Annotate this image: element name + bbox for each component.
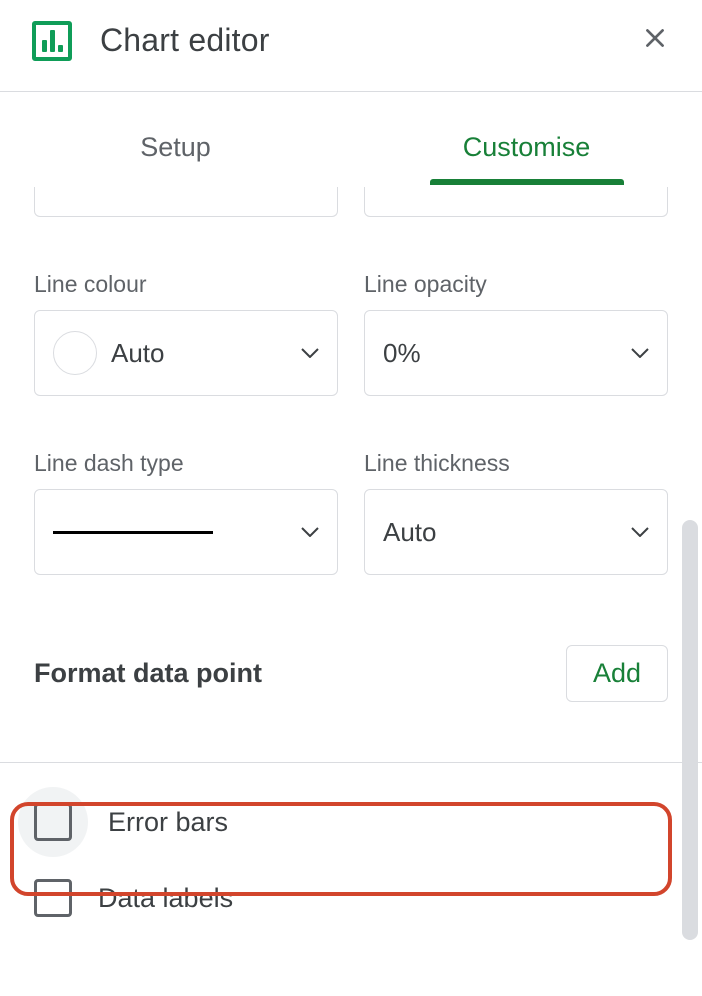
line-thickness-label: Line thickness <box>364 450 668 477</box>
colour-swatch-auto <box>53 331 97 375</box>
format-data-point-row: Format data point Add <box>34 645 668 702</box>
chart-icon <box>32 21 72 61</box>
checkbox-focus-halo <box>18 787 88 857</box>
data-labels-checkbox[interactable] <box>34 879 72 917</box>
line-colour-value: Auto <box>111 338 165 369</box>
line-thickness-select[interactable]: Auto <box>364 489 668 575</box>
line-opacity-select[interactable]: 0% <box>364 310 668 396</box>
line-dash-type-label: Line dash type <box>34 450 338 477</box>
panel-header: Chart editor <box>0 0 702 91</box>
error-bars-checkbox[interactable] <box>34 803 72 841</box>
customise-panel-body: Line colour Auto Line opacity 0% Line da… <box>0 187 702 927</box>
line-colour-select[interactable]: Auto <box>34 310 338 396</box>
dash-solid-preview <box>53 531 213 534</box>
partial-field-right[interactable] <box>364 187 668 217</box>
format-data-point-label: Format data point <box>34 658 262 689</box>
header-divider <box>0 91 702 92</box>
close-icon <box>642 25 668 51</box>
line-opacity-value: 0% <box>383 338 421 369</box>
partial-field-left[interactable] <box>34 187 338 217</box>
section-divider <box>0 762 702 763</box>
line-thickness-field: Line thickness Auto <box>364 450 668 575</box>
scrollbar-thumb[interactable] <box>682 520 698 940</box>
chevron-down-icon <box>631 527 649 537</box>
close-button[interactable] <box>632 18 678 63</box>
line-opacity-field: Line opacity 0% <box>364 271 668 396</box>
line-dash-type-select[interactable] <box>34 489 338 575</box>
chevron-down-icon <box>301 348 319 358</box>
chevron-down-icon <box>301 527 319 537</box>
tab-customise[interactable]: Customise <box>351 116 702 183</box>
chevron-down-icon <box>631 348 649 358</box>
error-bars-row[interactable]: Error bars <box>34 793 668 851</box>
panel-title: Chart editor <box>100 22 270 59</box>
line-thickness-value: Auto <box>383 517 437 548</box>
line-dash-type-field: Line dash type <box>34 450 338 575</box>
tabs: Setup Customise <box>0 116 702 183</box>
tab-setup[interactable]: Setup <box>0 116 351 183</box>
line-colour-field: Line colour Auto <box>34 271 338 396</box>
line-opacity-label: Line opacity <box>364 271 668 298</box>
partial-previous-row <box>34 187 668 217</box>
add-button[interactable]: Add <box>566 645 668 702</box>
data-labels-row[interactable]: Data labels <box>34 869 668 927</box>
data-labels-label: Data labels <box>98 883 233 914</box>
line-colour-label: Line colour <box>34 271 338 298</box>
error-bars-label: Error bars <box>108 807 228 838</box>
